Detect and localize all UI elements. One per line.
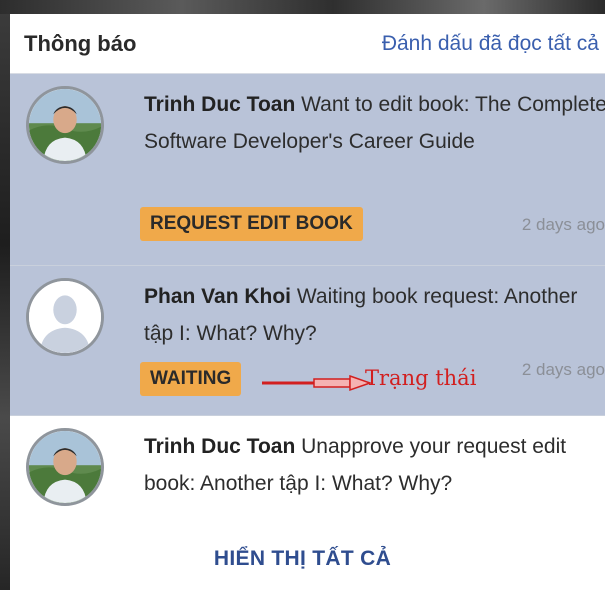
background-strip-top — [0, 0, 605, 14]
user-photo-icon — [29, 431, 101, 503]
notification-item[interactable]: Trinh Duc Toan Unapprove your request ed… — [10, 416, 605, 538]
user-photo-icon — [29, 89, 101, 161]
notification-text: Trinh Duc Toan Unapprove your request ed… — [144, 428, 605, 502]
notification-text: Phan Van Khoi Waiting book request: Anot… — [144, 278, 605, 352]
notifications-panel: Thông báo Đánh dấu đã đọc tất cả Trinh D… — [10, 14, 605, 590]
background-strip-left — [0, 14, 10, 590]
notification-user: Trinh Duc Toan — [144, 93, 296, 116]
show-all-link[interactable]: HIỂN THỊ TẤT CẢ — [214, 547, 391, 571]
annotation-label: Trạng thái — [365, 366, 477, 390]
default-user-silhouette-icon — [29, 281, 101, 353]
panel-footer: HIỂN THỊ TẤT CẢ — [10, 528, 605, 590]
notification-text: Trinh Duc Toan Want to edit book: The Co… — [144, 86, 605, 160]
notification-time: 2 days ago — [521, 215, 605, 234]
status-badge: REQUEST EDIT BOOK — [140, 207, 363, 241]
notification-item[interactable]: Phan Van Khoi Waiting book request: Anot… — [10, 266, 605, 416]
notification-user: Trinh Duc Toan — [144, 435, 296, 458]
notification-item[interactable]: Trinh Duc Toan Want to edit book: The Co… — [10, 74, 605, 266]
avatar — [26, 86, 104, 164]
panel-header: Thông báo Đánh dấu đã đọc tất cả — [10, 14, 605, 74]
panel-title: Thông báo — [24, 30, 137, 56]
mark-all-read-link[interactable]: Đánh dấu đã đọc tất cả — [382, 32, 599, 56]
notification-user: Phan Van Khoi — [144, 285, 292, 308]
avatar — [26, 428, 104, 506]
status-badge: WAITING — [140, 362, 242, 396]
notification-time: 2 days ago — [521, 360, 605, 379]
avatar — [26, 278, 104, 356]
annotation-arrow-icon — [262, 374, 372, 392]
